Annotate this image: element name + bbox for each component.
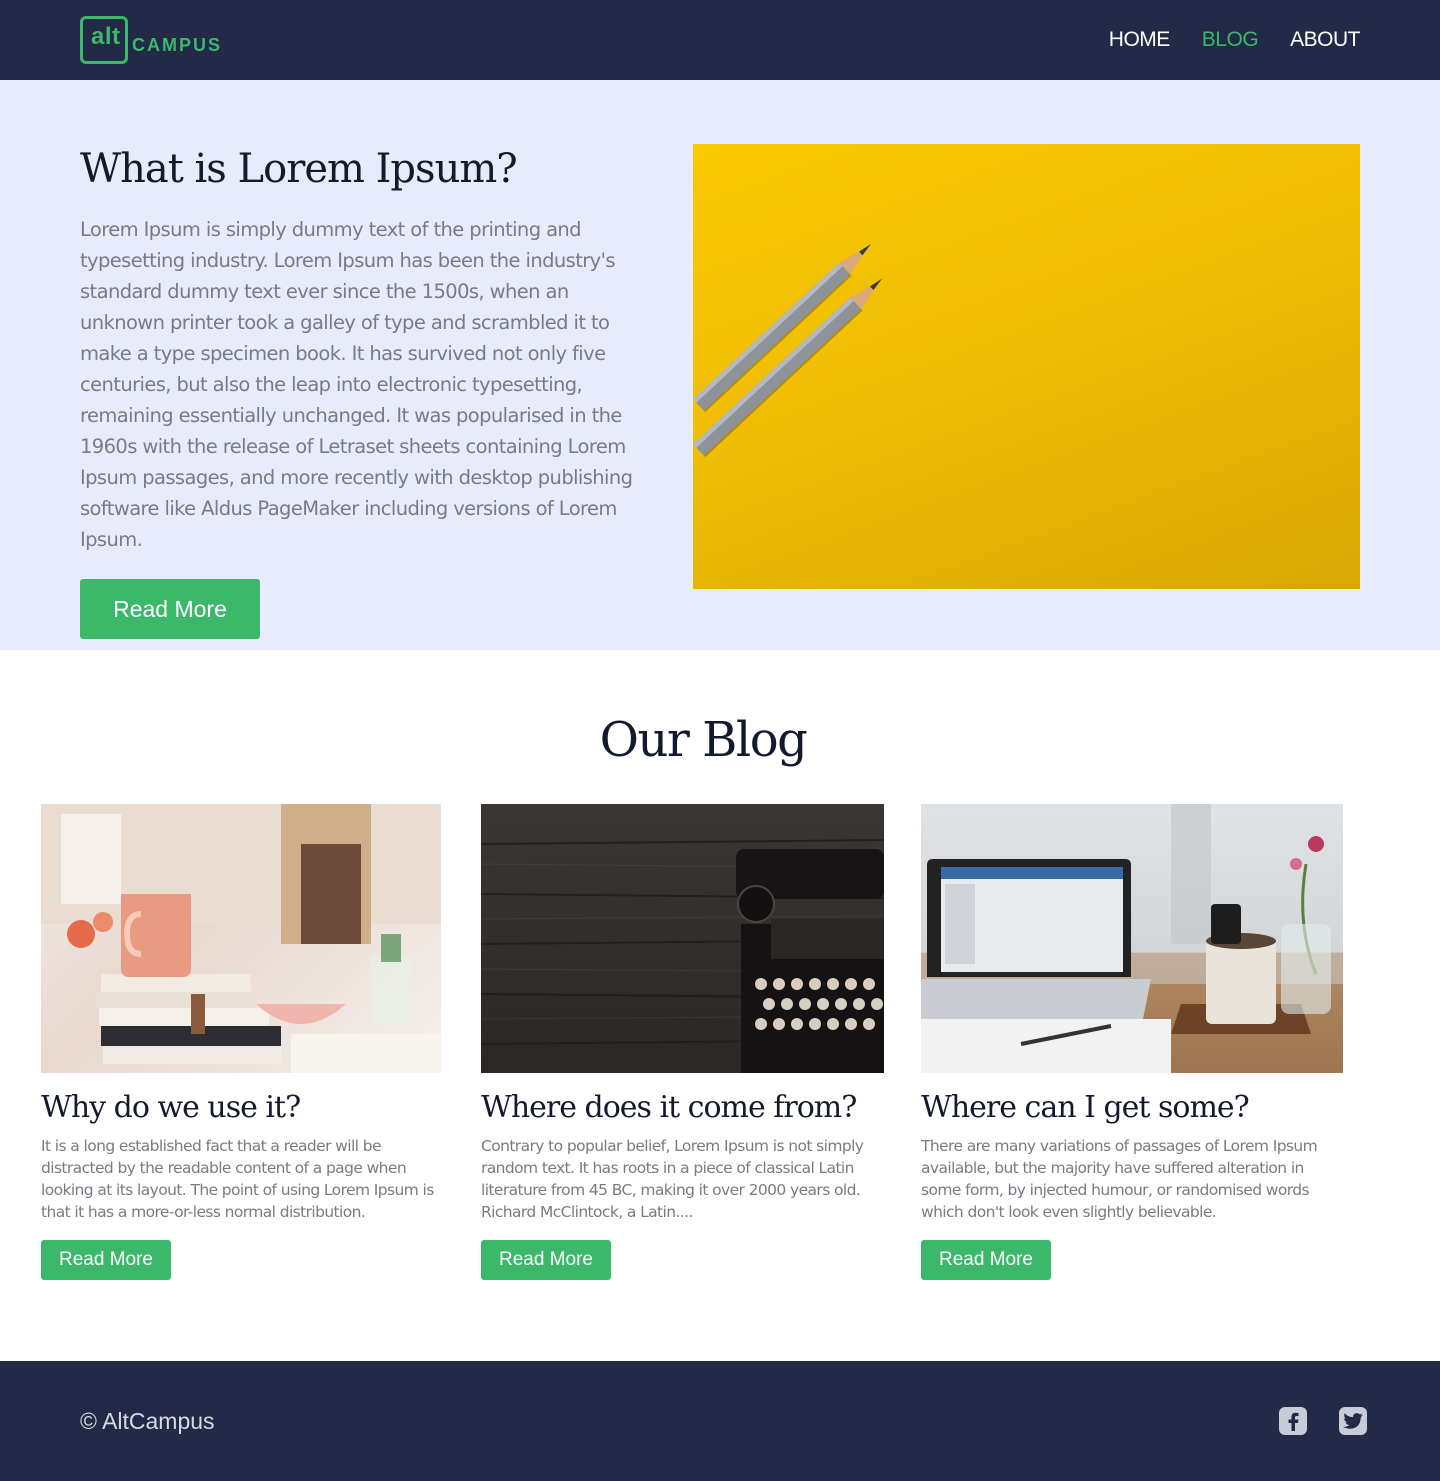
blog-title: Our Blog [599, 712, 808, 768]
card-read-more-button[interactable]: Read More [921, 1240, 1051, 1280]
blog-section: Our Blog Why do we use it? It is a long … [0, 650, 1440, 1361]
card-text: There are many variations of passages of… [921, 1137, 1318, 1221]
twitter-glyph [1343, 1413, 1363, 1429]
card-image-typewriter [481, 804, 884, 1073]
facebook-icon[interactable] [1279, 1407, 1307, 1435]
pencils-illustration [693, 243, 883, 458]
blog-card: Why do we use it? It is a long establish… [41, 804, 441, 1280]
card-read-more-button[interactable]: Read More [481, 1240, 611, 1280]
blog-card: Where can I get some? There are many var… [921, 804, 1343, 1280]
site-footer: © AltCampus [0, 1361, 1440, 1481]
hero-image-pencils [693, 144, 1360, 589]
hero-text: Lorem Ipsum is simply dummy text of the … [80, 218, 633, 551]
main-nav: HOME BLOG ABOUT [1109, 28, 1361, 52]
card-image-laptop [921, 804, 1343, 1073]
copyright-text: © AltCampus [80, 1407, 215, 1434]
hero-section: What is Lorem Ipsum? Lorem Ipsum is simp… [0, 80, 1440, 650]
card-title: Where can I get some? [921, 1090, 1250, 1125]
card-text: Contrary to popular belief, Lorem Ipsum … [481, 1137, 864, 1221]
logo-mark: alt [80, 16, 128, 64]
mug-books-illustration [41, 804, 441, 1073]
facebook-glyph [1288, 1412, 1299, 1431]
card-image-mug-books [41, 804, 441, 1073]
nav-blog[interactable]: BLOG [1202, 28, 1259, 52]
social-links [1279, 1407, 1367, 1435]
blog-card: Where does it come from? Contrary to pop… [481, 804, 884, 1280]
hero-title: What is Lorem Ipsum? [80, 146, 518, 192]
logo-word: CAMPUS [132, 35, 223, 55]
typewriter-illustration [481, 839, 884, 1073]
site-header: alt CAMPUS HOME BLOG ABOUT [0, 0, 1440, 80]
altcampus-logo[interactable]: alt CAMPUS [80, 16, 222, 64]
hero-read-more-button[interactable]: Read More [80, 579, 260, 639]
nav-about[interactable]: ABOUT [1290, 28, 1360, 52]
logo-mark-text: alt [91, 23, 121, 50]
nav-home[interactable]: HOME [1109, 28, 1171, 52]
card-read-more-button[interactable]: Read More [41, 1240, 171, 1280]
laptop-illustration [921, 804, 1343, 1073]
card-text: It is a long established fact that a rea… [41, 1137, 434, 1221]
twitter-icon[interactable] [1339, 1407, 1367, 1435]
hero-content: What is Lorem Ipsum? Lorem Ipsum is simp… [80, 144, 638, 650]
blog-cards: Why do we use it? It is a long establish… [41, 804, 1401, 1294]
card-title: Where does it come from? [481, 1090, 857, 1125]
card-title: Why do we use it? [41, 1090, 301, 1125]
